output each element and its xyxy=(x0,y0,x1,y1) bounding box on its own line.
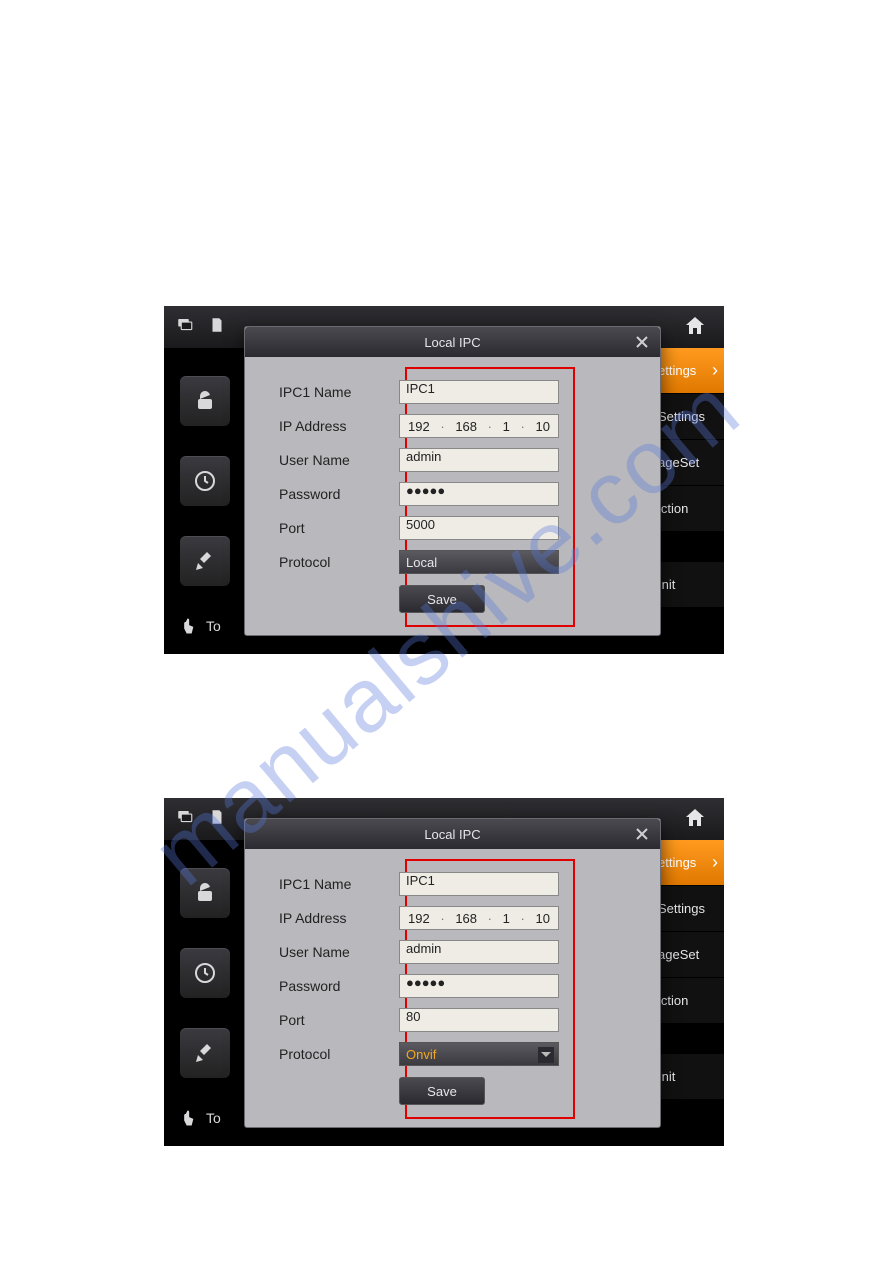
left-sidebar: To xyxy=(180,868,250,1128)
monitor-icon[interactable] xyxy=(174,316,196,339)
ip-octet-3[interactable]: 1 xyxy=(503,911,510,926)
port-input[interactable]: 80 xyxy=(399,1008,559,1032)
sidemenu-item-imageset[interactable]: ageSet xyxy=(652,440,724,486)
ip-octet-1[interactable]: 192 xyxy=(408,419,430,434)
sd-card-icon[interactable] xyxy=(206,808,228,831)
sidemenu-item-init[interactable]: Init xyxy=(652,1054,724,1100)
ip-input[interactable]: 192· 168· 1· 10 xyxy=(399,414,559,438)
home-button[interactable] xyxy=(680,312,710,340)
label-name: IPC1 Name xyxy=(279,876,399,892)
label-port: Port xyxy=(279,520,399,536)
label-proto: Protocol xyxy=(279,554,399,570)
dialog-title-text: Local IPC xyxy=(424,335,480,350)
ip-octet-3[interactable]: 1 xyxy=(503,419,510,434)
protocol-value: Onvif xyxy=(406,1047,436,1062)
close-icon[interactable] xyxy=(632,332,652,352)
clean-button[interactable] xyxy=(180,1028,230,1078)
dialog-titlebar: Local IPC xyxy=(245,819,660,849)
sidemenu-item-init[interactable]: Init xyxy=(652,562,724,608)
label-user: User Name xyxy=(279,452,399,468)
touch-button[interactable]: To xyxy=(180,616,250,636)
right-side-menu: ettings Settings ageSet iction Init xyxy=(652,348,724,608)
close-icon[interactable] xyxy=(632,824,652,844)
clock-button[interactable] xyxy=(180,948,230,998)
sidemenu-item-settings[interactable]: Settings xyxy=(652,394,724,440)
sidemenu-item-action[interactable]: iction xyxy=(652,486,724,532)
chevron-down-icon[interactable] xyxy=(538,1047,554,1063)
user-input[interactable]: admin xyxy=(399,448,559,472)
clock-button[interactable] xyxy=(180,456,230,506)
label-pass: Password xyxy=(279,486,399,502)
ipc-form: IPC1 Name IPC1 IP Address 192· 168· 1· 1… xyxy=(279,867,629,1105)
label-ip: IP Address xyxy=(279,910,399,926)
ipc-form: IPC1 Name IPC1 IP Address 192· 168· 1· 1… xyxy=(279,375,629,613)
port-input[interactable]: 5000 xyxy=(399,516,559,540)
dialog-title-text: Local IPC xyxy=(424,827,480,842)
protocol-select[interactable]: Local xyxy=(399,550,559,574)
password-input[interactable]: ●●●●● xyxy=(399,974,559,998)
touch-button[interactable]: To xyxy=(180,1108,250,1128)
ip-octet-4[interactable]: 10 xyxy=(536,419,550,434)
protocol-select[interactable]: Onvif xyxy=(399,1042,559,1066)
name-input[interactable]: IPC1 xyxy=(399,872,559,896)
device-screenshot-1: To ettings Settings ageSet iction Init L… xyxy=(164,306,724,654)
label-port: Port xyxy=(279,1012,399,1028)
ip-octet-1[interactable]: 192 xyxy=(408,911,430,926)
clean-button[interactable] xyxy=(180,536,230,586)
monitor-icon[interactable] xyxy=(174,808,196,831)
right-side-menu: ettings Settings ageSet iction Init xyxy=(652,840,724,1100)
dialog-titlebar: Local IPC xyxy=(245,327,660,357)
device-screenshot-2: To ettings Settings ageSet iction Init L… xyxy=(164,798,724,1146)
label-ip: IP Address xyxy=(279,418,399,434)
home-button[interactable] xyxy=(680,804,710,832)
sidemenu-item-imageset[interactable]: ageSet xyxy=(652,932,724,978)
sidemenu-item-active[interactable]: ettings xyxy=(652,348,724,394)
sidemenu-item-action[interactable]: iction xyxy=(652,978,724,1024)
unlock-button[interactable] xyxy=(180,376,230,426)
ip-octet-2[interactable]: 168 xyxy=(455,911,477,926)
touch-label: To xyxy=(200,1110,221,1126)
label-pass: Password xyxy=(279,978,399,994)
ip-octet-4[interactable]: 10 xyxy=(536,911,550,926)
ip-octet-2[interactable]: 168 xyxy=(455,419,477,434)
label-proto: Protocol xyxy=(279,1046,399,1062)
save-button[interactable]: Save xyxy=(399,1077,485,1105)
local-ipc-dialog: Local IPC IPC1 Name IPC1 IP Address 192·… xyxy=(244,326,661,636)
protocol-value: Local xyxy=(406,555,437,570)
sidemenu-item-settings[interactable]: Settings xyxy=(652,886,724,932)
sd-card-icon[interactable] xyxy=(206,316,228,339)
label-name: IPC1 Name xyxy=(279,384,399,400)
name-input[interactable]: IPC1 xyxy=(399,380,559,404)
password-input[interactable]: ●●●●● xyxy=(399,482,559,506)
local-ipc-dialog: Local IPC IPC1 Name IPC1 IP Address 192·… xyxy=(244,818,661,1128)
unlock-button[interactable] xyxy=(180,868,230,918)
user-input[interactable]: admin xyxy=(399,940,559,964)
label-user: User Name xyxy=(279,944,399,960)
ip-input[interactable]: 192· 168· 1· 10 xyxy=(399,906,559,930)
touch-label: To xyxy=(200,618,221,634)
left-sidebar: To xyxy=(180,376,250,636)
sidemenu-item-active[interactable]: ettings xyxy=(652,840,724,886)
save-button[interactable]: Save xyxy=(399,585,485,613)
